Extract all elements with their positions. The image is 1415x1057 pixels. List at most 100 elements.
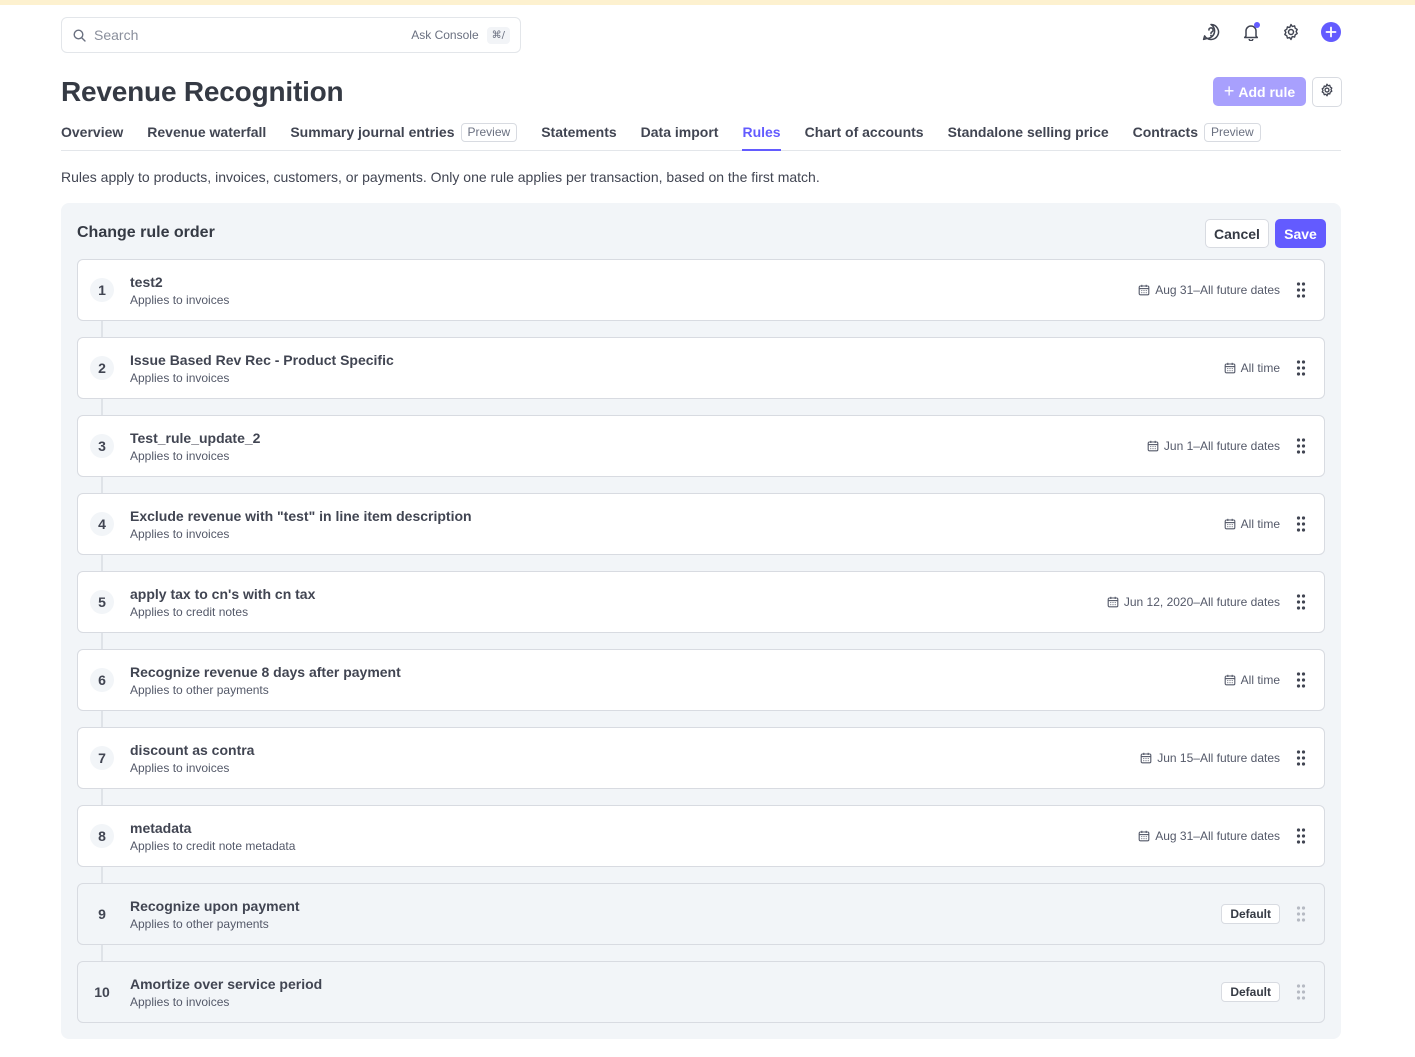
drag-handle-icon[interactable]	[1296, 906, 1306, 922]
drag-handle-icon[interactable]	[1296, 828, 1306, 844]
rule-name: Recognize revenue 8 days after payment	[130, 664, 401, 680]
rule-row[interactable]: 2 Issue Based Rev Rec - Product Specific A…	[77, 337, 1325, 399]
plus-icon[interactable]	[1321, 22, 1341, 42]
rule-applies-to: Applies to other payments	[130, 683, 269, 697]
top-banner-strip	[0, 0, 1415, 5]
drag-handle-icon[interactable]	[1296, 672, 1306, 688]
rule-connector	[101, 867, 103, 883]
tab-contracts[interactable]: Contracts Preview	[1133, 120, 1261, 151]
rule-name: apply tax to cn's with cn tax	[130, 586, 316, 602]
tab-statements[interactable]: Statements	[541, 120, 616, 151]
settings-button[interactable]	[1312, 77, 1342, 107]
calendar-icon	[1138, 830, 1150, 842]
rule-row[interactable]: 8 metadata Applies to credit note metadata…	[77, 805, 1325, 867]
calendar-icon	[1138, 284, 1150, 296]
rule-applies-to: Applies to invoices	[130, 371, 230, 385]
drag-handle-icon[interactable]	[1296, 984, 1306, 1000]
rules-description: Rules apply to products, invoices, custo…	[61, 169, 820, 185]
rule-connector	[101, 321, 103, 337]
rule-connector	[101, 477, 103, 493]
rule-row[interactable]: 10 Amortize over service period Applies to…	[77, 961, 1325, 1023]
rule-effective: Default	[1221, 962, 1280, 1022]
drag-handle-icon[interactable]	[1296, 750, 1306, 766]
header-actions	[1201, 22, 1341, 42]
rule-number: 4	[90, 512, 114, 536]
rule-row[interactable]: 1 test2 Applies to invoices Aug 31–All futu…	[77, 259, 1325, 321]
drag-handle-icon[interactable]	[1296, 438, 1306, 454]
rule-row[interactable]: 5 apply tax to cn's with cn tax Applies to…	[77, 571, 1325, 633]
rule-row[interactable]: 3 Test_rule_update_2 Applies to invoices Ju…	[77, 415, 1325, 477]
notification-dot	[1254, 22, 1260, 28]
drag-handle-icon[interactable]	[1296, 516, 1306, 532]
rule-number: 6	[90, 668, 114, 692]
drag-handle-icon[interactable]	[1296, 360, 1306, 376]
rule-name: discount as contra	[130, 742, 255, 758]
tab-standalone-selling-price[interactable]: Standalone selling price	[948, 120, 1109, 151]
search-input[interactable]	[94, 27, 412, 43]
rule-number: 3	[90, 434, 114, 458]
rule-row[interactable]: 4 Exclude revenue with "test" in line ite…	[77, 493, 1325, 555]
rule-list: 1 test2 Applies to invoices Aug 31–All futu…	[77, 259, 1325, 1023]
page-title: Revenue Recognition	[61, 76, 344, 107]
plus-icon: +	[1223, 80, 1235, 101]
rule-connector	[101, 633, 103, 649]
rule-connector	[101, 399, 103, 415]
rule-effective: Jun 1–All future dates	[1147, 416, 1280, 476]
calendar-icon	[1224, 362, 1236, 374]
add-rule-button[interactable]: + Add rule	[1213, 77, 1306, 106]
search-icon	[72, 28, 86, 42]
rule-name: Recognize upon payment	[130, 898, 300, 914]
rule-applies-to: Applies to other payments	[130, 917, 269, 931]
panel-title: Change rule order	[77, 224, 215, 241]
rule-effective: Jun 15–All future dates	[1140, 728, 1280, 788]
rule-number: 9	[98, 906, 106, 922]
help-icon[interactable]	[1201, 22, 1221, 42]
rule-number: 5	[90, 590, 114, 614]
cancel-button[interactable]: Cancel	[1205, 219, 1269, 248]
gear-icon	[1320, 83, 1334, 102]
search-bar[interactable]: Ask Console ⌘/	[61, 17, 521, 53]
rule-number: 7	[90, 746, 114, 770]
change-rule-order-panel: Change rule order Cancel Save 1 test2 Appl…	[61, 203, 1341, 1039]
ask-console-label[interactable]: Ask Console	[411, 28, 478, 42]
rule-applies-to: Applies to invoices	[130, 995, 230, 1009]
rule-connector	[101, 789, 103, 805]
rule-number: 1	[90, 278, 114, 302]
rule-row[interactable]: 6 Recognize revenue 8 days after payment A…	[77, 649, 1325, 711]
rule-name: Test_rule_update_2	[130, 430, 261, 446]
calendar-icon	[1140, 752, 1152, 764]
tab-data-import[interactable]: Data import	[641, 120, 719, 151]
rule-applies-to: Applies to invoices	[130, 449, 230, 463]
rule-name: test2	[130, 274, 163, 290]
rule-date-range: Aug 31–All future dates	[1155, 829, 1280, 843]
rule-row[interactable]: 7 discount as contra Applies to invoices Ju…	[77, 727, 1325, 789]
save-button[interactable]: Save	[1275, 219, 1326, 248]
tab-summary-journal-entries[interactable]: Summary journal entries Preview	[290, 120, 518, 151]
default-badge: Default	[1221, 904, 1280, 924]
drag-handle-icon[interactable]	[1296, 282, 1306, 298]
tab-rules[interactable]: Rules	[742, 120, 781, 151]
calendar-icon	[1224, 674, 1236, 686]
tab-bar: Overview Revenue waterfall Summary journ…	[61, 120, 1341, 151]
rule-date-range: Aug 31–All future dates	[1155, 283, 1280, 297]
rule-name: Exclude revenue with "test" in line item…	[130, 508, 472, 524]
tab-overview[interactable]: Overview	[61, 120, 123, 151]
rule-connector	[101, 711, 103, 727]
rule-connector	[101, 945, 103, 961]
rule-connector	[101, 555, 103, 571]
search-shortcut: ⌘/	[486, 26, 510, 44]
rule-effective: Aug 31–All future dates	[1138, 806, 1280, 866]
rule-effective: Aug 31–All future dates	[1138, 260, 1280, 320]
gear-icon[interactable]	[1281, 22, 1301, 42]
rule-effective: Jun 12, 2020–All future dates	[1107, 572, 1280, 632]
tab-revenue-waterfall[interactable]: Revenue waterfall	[147, 120, 266, 151]
rule-date-range: All time	[1240, 673, 1280, 687]
rule-row[interactable]: 9 Recognize upon payment Applies to other …	[77, 883, 1325, 945]
tab-chart-of-accounts[interactable]: Chart of accounts	[805, 120, 924, 151]
drag-handle-icon[interactable]	[1296, 594, 1306, 610]
rule-date-range: Jun 15–All future dates	[1157, 751, 1280, 765]
bell-icon[interactable]	[1241, 22, 1261, 42]
rule-effective: All time	[1224, 494, 1280, 554]
default-badge: Default	[1221, 982, 1280, 1002]
rule-number: 10	[94, 984, 110, 1000]
